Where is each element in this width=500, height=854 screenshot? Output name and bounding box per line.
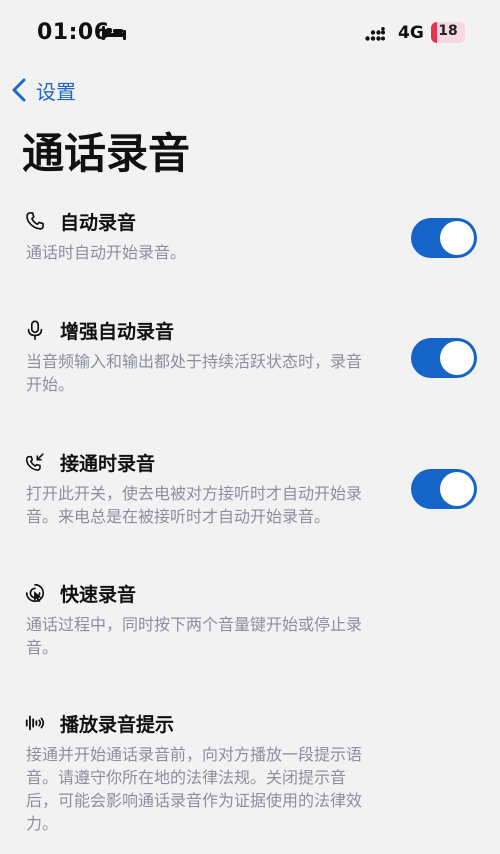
setting-title: 增强自动录音	[60, 320, 175, 343]
sound-wave-icon	[25, 715, 45, 731]
chevron-left-icon	[12, 78, 26, 102]
setting-description: 打开此开关，使去电被对方接听时才自动开始录音。来电总是在被接听时才自动开始录音。	[26, 484, 363, 526]
setting-title: 快速录音	[60, 583, 137, 606]
network-type: 4G	[398, 23, 424, 43]
setting-description: 通话时自动开始录音。	[26, 243, 187, 262]
bed-icon	[102, 26, 126, 40]
auto-record-toggle[interactable]	[411, 218, 477, 258]
quick-record-icon	[25, 583, 45, 603]
phone-incoming-icon	[25, 453, 44, 471]
setting-description: 接通并开始通话录音前，向对方播放一段提示语音。请遵守你所在地的法律法规。关闭提示…	[26, 745, 363, 833]
status-bar: 01:06 4G 18	[0, 0, 500, 64]
enhanced-auto-record-toggle[interactable]	[411, 338, 477, 378]
record-on-connect-toggle[interactable]	[411, 469, 477, 509]
phone-icon	[26, 212, 44, 230]
battery-indicator: 18	[431, 22, 465, 43]
setting-title: 接通时录音	[60, 452, 156, 475]
play-record-notice-toggle[interactable]	[411, 758, 477, 798]
battery-level: 18	[438, 23, 458, 39]
setting-title: 自动录音	[60, 211, 137, 234]
setting-description: 当音频输入和输出都处于持续活跃状态时，录音开始。	[26, 352, 363, 394]
signal-icon	[365, 27, 385, 41]
microphone-icon	[27, 320, 43, 340]
back-button[interactable]: 设置	[10, 75, 76, 105]
back-label: 设置	[36, 79, 76, 104]
setting-description: 通话过程中，同时按下两个音量键开始或停止录音。	[26, 615, 363, 657]
page-title: 通话录音	[22, 129, 191, 178]
setting-title: 播放录音提示	[60, 713, 175, 736]
quick-record-toggle[interactable]	[411, 604, 477, 644]
status-time: 01:06	[37, 20, 110, 45]
